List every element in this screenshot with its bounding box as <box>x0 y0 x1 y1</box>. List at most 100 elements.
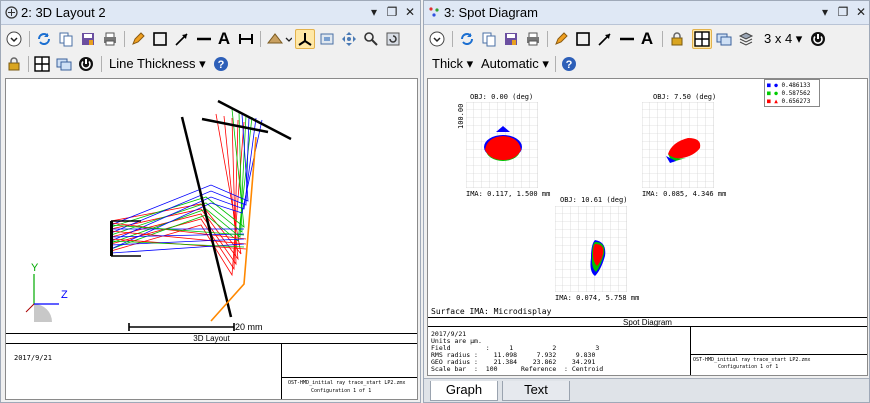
layout-window-icon <box>5 6 18 19</box>
spot2-obj-label: OBJ: 7.50 (deg) <box>653 93 717 101</box>
mirror-top <box>217 99 292 141</box>
scale-bar <box>128 323 235 331</box>
lock-icon[interactable] <box>667 29 687 49</box>
spot2-ima-label: IMA: 0.085, 4.346 mm <box>642 190 727 198</box>
spot-window: 3: Spot Diagram ▾ ❐ ✕ A 3 x 4 ▾ Thick ▾ … <box>423 0 870 403</box>
power-icon[interactable] <box>76 54 96 74</box>
restore-icon[interactable]: ❐ <box>836 5 850 19</box>
line-icon[interactable] <box>617 29 637 49</box>
layout-footer: 2017/9/21 OST-HMD_initial ray trace_star… <box>6 344 417 399</box>
red-rays <box>110 113 245 277</box>
spot-tabs: Graph Text <box>424 378 869 402</box>
rectangle-icon[interactable] <box>150 29 170 49</box>
scale-row: Scale bar : 100 Reference : Centroid <box>431 365 604 373</box>
spot1-ima-label: IMA: 0.117, 1.500 mm <box>466 190 551 198</box>
thick-dropdown[interactable]: Thick ▾ <box>432 56 473 72</box>
dimension-icon[interactable] <box>236 29 256 49</box>
spot-plot[interactable]: ■ ● 0.486133 ■ ● 0.587562 ■ ▲ 0.656273 O… <box>427 78 868 376</box>
grid-layout-dropdown[interactable]: 3 x 4 ▾ <box>764 31 802 47</box>
spot-footer: 2017/9/21 Units are µm. Field : 1 2 3 RM… <box>428 327 867 375</box>
arrow-icon[interactable] <box>595 29 615 49</box>
arrow-icon[interactable] <box>172 29 192 49</box>
pencil-icon[interactable] <box>128 29 148 49</box>
fit-view-icon[interactable] <box>317 29 337 49</box>
help-icon[interactable]: ? <box>559 54 579 74</box>
layout-toolbar-row2: Line Thickness ▾ ? <box>1 51 420 77</box>
save-icon[interactable] <box>501 29 521 49</box>
surface-label: Surface IMA: Microdisplay <box>431 307 552 316</box>
spot2-grid <box>642 102 714 188</box>
layout-file-name: OST-HMD_initial ray trace_start LP2.zmx <box>288 380 406 386</box>
settings-chevron-icon[interactable] <box>427 29 447 49</box>
spot-footer-title: Spot Diagram <box>428 317 867 327</box>
legend-item-1: ■ ● 0.486133 <box>767 82 811 89</box>
layout-window-title: 2: 3D Layout 2 <box>21 5 106 20</box>
save-icon[interactable] <box>78 29 98 49</box>
spot-window-icon <box>429 7 439 17</box>
grid-icon[interactable] <box>692 29 712 49</box>
scale-bar-label: 20 mm <box>235 322 263 332</box>
copy-icon[interactable] <box>56 29 76 49</box>
scale-label: 100.00 <box>457 103 465 129</box>
pencil-icon[interactable] <box>551 29 571 49</box>
axis-gizmo <box>34 304 52 322</box>
spot1-obj-label: OBJ: 0.00 (deg) <box>470 93 534 101</box>
spot-config: Configuration 1 of 1 <box>718 364 779 370</box>
svg-text:?: ? <box>566 59 573 71</box>
grid-icon[interactable] <box>32 54 52 74</box>
settings-chevron-icon[interactable] <box>4 29 24 49</box>
refresh-icon[interactable] <box>34 29 54 49</box>
layout-date: 2017/9/21 <box>14 354 52 362</box>
green-rays <box>110 108 253 250</box>
tab-graph[interactable]: Graph <box>430 381 498 401</box>
svg-text:?: ? <box>218 59 225 71</box>
axis-y-label: Y <box>31 262 39 274</box>
text-icon[interactable]: A <box>214 29 234 49</box>
spot-titlebar[interactable]: 3: Spot Diagram ▾ ❐ ✕ <box>424 1 869 25</box>
window-menu-icon[interactable]: ▾ <box>818 5 832 19</box>
copy-icon[interactable] <box>479 29 499 49</box>
refresh-icon[interactable] <box>457 29 477 49</box>
text-icon[interactable]: A <box>637 29 657 49</box>
legend-item-3: ■ ▲ 0.656273 <box>767 98 811 105</box>
spot3-grid <box>555 206 627 292</box>
reset-view-icon[interactable] <box>383 29 403 49</box>
layout-plot[interactable]: Y Z 20 mm 3D Layout 2017/9/21 OST-HMD_in… <box>5 78 418 400</box>
windows-icon[interactable] <box>54 54 74 74</box>
spot3-ima-label: IMA: 0.074, 5.758 mm <box>555 294 640 302</box>
spot3-obj-label: OBJ: 10.61 (deg) <box>560 196 628 204</box>
axis-z-label: Z <box>61 289 68 301</box>
legend: ■ ● 0.486133 ■ ● 0.587562 ■ ▲ 0.656273 <box>764 79 820 107</box>
help-icon[interactable]: ? <box>211 54 231 74</box>
window-menu-icon[interactable]: ▾ <box>367 5 381 19</box>
automatic-dropdown[interactable]: Automatic ▾ <box>481 56 549 72</box>
zoom-icon[interactable] <box>361 29 381 49</box>
restore-icon[interactable]: ❐ <box>385 5 399 19</box>
rectangle-icon[interactable] <box>573 29 593 49</box>
layout-footer-title: 3D Layout <box>6 333 417 344</box>
spot-window-title: 3: Spot Diagram <box>444 5 538 20</box>
line-thickness-dropdown[interactable]: Line Thickness ▾ <box>109 56 206 72</box>
windows-icon[interactable] <box>714 29 734 49</box>
layers-icon[interactable] <box>736 29 756 49</box>
spot-file-name: OST-HMD_initial ray trace_start LP2.zmx <box>693 357 811 363</box>
tab-text[interactable]: Text <box>502 381 570 401</box>
close-icon[interactable]: ✕ <box>854 5 868 19</box>
power-icon[interactable] <box>808 29 828 49</box>
line-icon[interactable] <box>194 29 214 49</box>
layout-titlebar[interactable]: 2: 3D Layout 2 ▾ ❐ ✕ <box>1 1 420 25</box>
layout-toolbar: A <box>1 26 420 52</box>
lock-icon[interactable] <box>4 54 24 74</box>
layout-config: Configuration 1 of 1 <box>311 388 372 394</box>
axis-view-icon[interactable] <box>295 29 315 49</box>
spot1-grid <box>466 102 538 188</box>
rotate-view-icon[interactable] <box>265 29 293 49</box>
display-box-left <box>110 221 113 256</box>
close-icon[interactable]: ✕ <box>403 5 417 19</box>
spot-toolbar-row2: Thick ▾ Automatic ▾ ? <box>424 51 869 77</box>
print-icon[interactable] <box>100 29 120 49</box>
layout-window: 2: 3D Layout 2 ▾ ❐ ✕ A Line Thickness ▾ … <box>0 0 421 403</box>
spot-toolbar: A 3 x 4 ▾ <box>424 26 869 52</box>
pan-icon[interactable] <box>339 29 359 49</box>
print-icon[interactable] <box>523 29 543 49</box>
